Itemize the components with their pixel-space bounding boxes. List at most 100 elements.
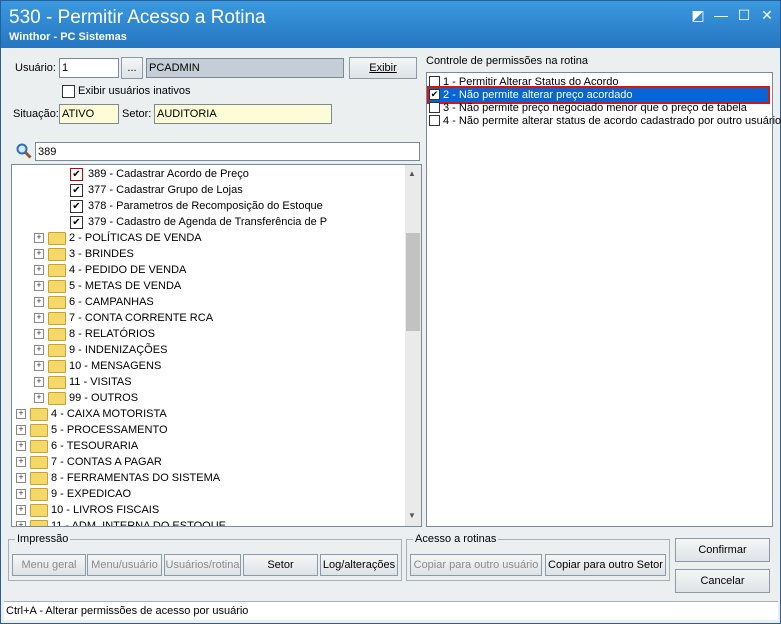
tree-node-label: 4 - CAIXA MOTORISTA — [51, 408, 167, 420]
window-title: 530 - Permitir Acesso a Rotina — [9, 7, 266, 28]
tree-node-label: 99 - OUTROS — [69, 392, 139, 404]
tree-node-label: 8 - RELATÓRIOS — [69, 328, 155, 340]
scroll-thumb[interactable] — [406, 233, 420, 331]
expand-icon[interactable]: + — [16, 505, 26, 515]
log-alteracoes-button[interactable]: Log/alterações — [320, 554, 398, 576]
browse-user-button[interactable]: ... — [121, 57, 143, 79]
acesso-group: Acesso a rotinas Copiar para outro usuár… — [406, 533, 670, 581]
exibir-button[interactable]: Exibir — [349, 57, 417, 79]
folder-icon — [30, 472, 48, 485]
maximize-button[interactable]: ☐ — [735, 7, 753, 23]
tree-node-checkbox[interactable]: ✔ — [70, 216, 83, 229]
tree-node-label: 6 - CAMPANHAS — [69, 296, 154, 308]
menu-geral-button[interactable]: Menu geral — [12, 554, 86, 576]
permission-item[interactable]: 4 - Não permite alterar status de acordo… — [429, 114, 781, 128]
folder-icon — [30, 520, 48, 526]
expand-icon[interactable]: + — [34, 313, 44, 323]
confirm-button[interactable]: Confirmar — [675, 538, 770, 562]
tree-node-checkbox[interactable]: ✔ — [70, 184, 83, 197]
permission-label: 2 - Não permite alterar preço acordado — [443, 89, 633, 101]
permission-item[interactable]: 3 - Não permite preço negociado menor qu… — [429, 101, 768, 115]
tree-node-label: 3 - BRINDES — [69, 248, 134, 260]
acesso-title: Acesso a rotinas — [413, 533, 499, 545]
close-button[interactable]: ✕ — [758, 7, 776, 23]
tree-node-label: 7 - CONTA CORRENTE RCA — [69, 312, 214, 324]
expand-icon[interactable]: + — [16, 473, 26, 483]
cancel-button[interactable]: Cancelar — [675, 569, 770, 593]
tree-node-label: 9 - INDENIZAÇÕES — [69, 344, 168, 356]
expand-icon[interactable]: + — [34, 361, 44, 371]
permission-label: 4 - Não permite alterar status de acordo… — [443, 115, 781, 127]
expand-icon[interactable]: + — [34, 265, 44, 275]
expand-icon[interactable]: + — [34, 377, 44, 387]
window-subtitle: Winthor - PC Sistemas — [9, 31, 127, 43]
permission-checkbox[interactable] — [429, 76, 440, 87]
tree-node-label: 8 - FERRAMENTAS DO SISTEMA — [51, 472, 221, 484]
permission-item[interactable]: ✔ 2 - Não permite alterar preço acordado — [427, 86, 770, 104]
inactive-users-checkbox[interactable] — [62, 85, 75, 98]
user-id-input[interactable]: 1 — [59, 58, 119, 78]
usuarios-rotina-button[interactable]: Usuários/rotina — [164, 554, 241, 576]
tree-node-label: 9 - EXPEDICAO — [51, 488, 132, 500]
folder-icon — [48, 376, 66, 389]
restore-icon[interactable]: ◩ — [689, 7, 707, 23]
tree-node-checkbox[interactable]: ✔ — [70, 168, 83, 181]
folder-icon — [30, 408, 48, 421]
expand-icon[interactable]: + — [16, 489, 26, 499]
expand-icon[interactable]: + — [16, 409, 26, 419]
permission-label: 3 - Não permite preço negociado menor qu… — [443, 102, 747, 114]
expand-icon[interactable]: + — [34, 233, 44, 243]
situacao-label: Situação: — [13, 108, 59, 120]
expand-icon[interactable]: + — [34, 393, 44, 403]
menu-usuario-button[interactable]: Menu/usuário — [87, 554, 162, 576]
folder-icon — [48, 248, 66, 261]
search-input[interactable]: 389 — [35, 142, 420, 161]
expand-icon[interactable]: + — [16, 521, 26, 526]
expand-icon[interactable]: + — [34, 329, 44, 339]
situacao-field: ATIVO — [59, 104, 119, 124]
expand-icon[interactable]: + — [16, 441, 26, 451]
expand-icon[interactable]: + — [34, 297, 44, 307]
permission-item[interactable]: 1 - Permitir Alterar Status do Acordo — [429, 75, 768, 89]
expand-icon[interactable]: + — [16, 457, 26, 467]
minimize-button[interactable]: — — [712, 7, 730, 23]
title-bar: 530 - Permitir Acesso a Rotina Winthor -… — [1, 1, 780, 48]
folder-icon — [48, 296, 66, 309]
permission-checkbox[interactable] — [429, 102, 440, 113]
permission-label: 1 - Permitir Alterar Status do Acordo — [443, 76, 619, 88]
inactive-users-label: Exibir usuários inativos — [78, 85, 191, 97]
impressao-title: Impressão — [15, 533, 71, 545]
folder-icon — [30, 424, 48, 437]
expand-icon[interactable]: + — [34, 281, 44, 291]
routine-tree[interactable]: ✔ 389 - Cadastrar Acordo de Preço ✔ 377 - C… — [11, 164, 422, 527]
folder-icon — [48, 328, 66, 341]
folder-icon — [48, 312, 66, 325]
expand-icon[interactable]: + — [34, 345, 44, 355]
tree-node-checkbox[interactable]: ✔ — [70, 200, 83, 213]
scroll-down-icon[interactable]: ▼ — [408, 511, 416, 520]
folder-icon — [30, 440, 48, 453]
tree-node-label: 7 - CONTAS A PAGAR — [51, 456, 162, 468]
tree-node-label: 377 - Cadastrar Grupo de Lojas — [88, 184, 243, 196]
setor-label: Setor: — [122, 108, 152, 120]
tree-node-label: 11 - ADM. INTERNA DO ESTOQUE — [51, 520, 227, 527]
window: 530 - Permitir Acesso a Rotina Winthor -… — [0, 0, 781, 624]
tree-scrollbar[interactable]: ▲ ▼ — [405, 165, 421, 526]
tree-node-label: 2 - POLÍTICAS DE VENDA — [69, 232, 202, 244]
copy-setor-button[interactable]: Copiar para outro Setor — [545, 554, 666, 576]
expand-icon[interactable]: + — [34, 249, 44, 259]
setor-button[interactable]: Setor — [243, 554, 318, 576]
copy-user-button[interactable]: Copiar para outro usuário — [410, 554, 542, 576]
tree-node-label: 379 - Cadastro de Agenda de Transferênci… — [88, 216, 328, 228]
permission-checkbox[interactable] — [429, 115, 440, 126]
status-bar: Ctrl+A - Alterar permissões de acesso po… — [4, 601, 778, 620]
user-name-field: PCADMIN — [146, 58, 344, 78]
setor-field: AUDITORIA — [154, 104, 332, 124]
permission-checkbox[interactable]: ✔ — [429, 89, 440, 100]
folder-icon — [30, 456, 48, 469]
tree-node-label: 11 - VISITAS — [69, 376, 132, 388]
scroll-up-icon[interactable]: ▲ — [408, 169, 416, 178]
folder-icon — [30, 504, 48, 517]
expand-icon[interactable]: + — [16, 425, 26, 435]
tree-node-label: 5 - METAS DE VENDA — [69, 280, 182, 292]
